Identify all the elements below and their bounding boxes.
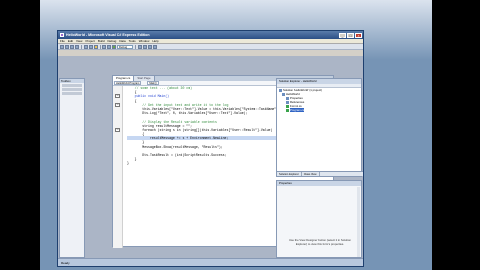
solution-explorer-icon[interactable] [142,44,147,49]
solution-panel-tabs: Solution Explorer Class View [277,171,363,176]
menu-help[interactable]: Help [152,39,158,43]
app-icon [60,33,64,37]
start-debugging-icon[interactable] [112,44,116,49]
close-button[interactable]: × [355,32,362,38]
properties-title: Properties [277,181,361,186]
folder-icon [286,100,289,104]
maximize-button[interactable]: □ [347,32,354,38]
collapse-icon[interactable]: − [115,128,120,132]
properties-icon[interactable] [147,44,152,49]
tab-class-view[interactable]: Class View [302,172,320,176]
cut-icon[interactable] [83,44,88,49]
save-icon[interactable] [70,44,74,49]
configuration-dropdown[interactable]: Debug [117,44,133,49]
minimize-button[interactable]: _ [339,32,346,38]
toolbox-title: Toolbox [60,79,84,83]
properties-panel: Properties Use the View Designer button … [276,180,362,258]
standard-toolbar: Debug [58,44,363,50]
gutter: − − − [113,86,123,248]
menu-file[interactable]: File [60,39,65,43]
ide-window: HelloWorld - Microsoft Visual C# Express… [57,30,364,267]
title-bar: HelloWorld - Microsoft Visual C# Express… [58,31,363,39]
menu-project[interactable]: Project [85,39,94,43]
undo-icon[interactable] [102,44,106,49]
csharp-file-icon [286,104,289,108]
save-all-icon[interactable] [75,44,79,49]
project-icon [279,88,282,92]
toolbox-panel: Toolbox [59,78,85,258]
menu-debug[interactable]: Debug [107,39,116,43]
member-dropdown[interactable]: Main() [147,81,159,85]
solution-explorer: Solution Explorer - HelloWorld Solution … [276,78,363,177]
toolbox-icon[interactable] [152,44,157,49]
menu-edit[interactable]: Edit [68,39,73,43]
paste-icon[interactable] [93,44,98,49]
new-project-icon[interactable] [60,44,64,49]
type-dropdown[interactable]: HelloWorld.Program [114,81,142,85]
menu-build[interactable]: Build [98,39,105,43]
menu-window[interactable]: Window [139,39,150,43]
status-bar: Ready [58,258,363,266]
menu-data[interactable]: Data [119,39,125,43]
tree-item[interactable]: Program.cs [277,108,361,112]
properties-message: Use the View Designer button (select it … [289,238,351,246]
tree-item-label: Program.cs [290,108,305,112]
find-icon[interactable] [137,44,142,49]
solution-tree: Solution 'HelloWorld' (1 project) HelloWo… [277,88,361,112]
folder-icon [286,96,289,100]
csharp-file-icon [286,108,289,112]
copy-icon[interactable] [88,44,93,49]
properties-scrollbar[interactable] [357,187,360,257]
project-icon [282,92,285,96]
window-title: HelloWorld - Microsoft Visual C# Express… [66,33,150,37]
menu-view[interactable]: View [76,39,82,43]
open-file-icon[interactable] [65,44,69,49]
tab-solution-explorer[interactable]: Solution Explorer [277,172,302,176]
redo-icon[interactable] [107,44,111,49]
collapse-icon[interactable]: − [115,102,120,107]
collapse-icon[interactable]: − [115,94,120,99]
menu-tools[interactable]: Tools [129,39,136,43]
